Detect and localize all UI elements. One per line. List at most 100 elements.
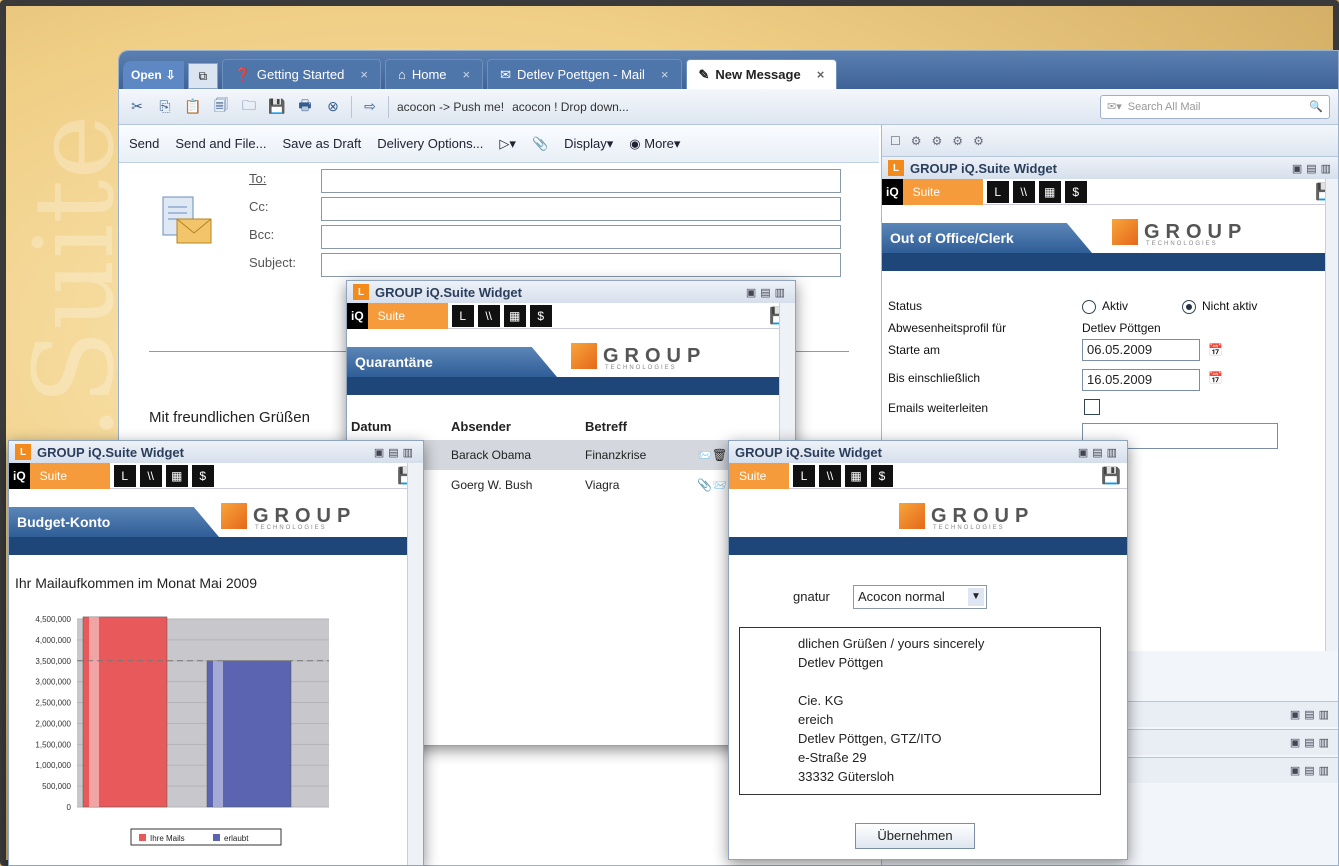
widget-titlebar: L GROUP iQ.Suite Widget ▣▤▥ bbox=[882, 157, 1338, 179]
section-heading: Quarantäne bbox=[347, 347, 557, 377]
budget-icon[interactable]: $ bbox=[1064, 180, 1087, 203]
window-controls[interactable]: ▣▤▥ bbox=[1290, 764, 1333, 777]
forward-icon[interactable]: ⇨ bbox=[360, 97, 380, 117]
y-tick-label: 1,000,000 bbox=[35, 761, 71, 770]
attachment-icon: 📎 bbox=[697, 478, 713, 492]
clerk-icon[interactable]: ▦ bbox=[1038, 180, 1061, 203]
chevron-down-icon[interactable]: ▼ bbox=[968, 588, 984, 606]
close-icon[interactable]: × bbox=[360, 67, 368, 82]
calendar-icon[interactable]: 📅 bbox=[1208, 371, 1223, 385]
scrollbar[interactable] bbox=[1325, 179, 1338, 651]
tab-mail[interactable]: ✉ Detlev Poettgen - Mail × bbox=[487, 59, 682, 89]
save-as-draft-button[interactable]: Save as Draft bbox=[282, 136, 361, 151]
group-mark-icon[interactable]: L bbox=[793, 464, 815, 487]
iq-toolbar: iQSuite L\\▦$ 💾 bbox=[882, 178, 1338, 205]
start-label: Starte am bbox=[888, 343, 941, 357]
print-icon[interactable]: 🖶 bbox=[295, 97, 315, 117]
window-controls[interactable]: ▣▤▥ bbox=[746, 286, 789, 299]
tab-new-message[interactable]: ✎ New Message × bbox=[685, 59, 838, 89]
clerk-icon[interactable]: ▦ bbox=[503, 304, 526, 327]
signature-select[interactable]: Acocon normal ▼ bbox=[853, 585, 987, 609]
window-controls[interactable]: ▣▤▥ bbox=[1078, 446, 1121, 459]
checkbox-icon[interactable]: ☐ bbox=[890, 134, 901, 148]
drop-down-button[interactable]: acocon ! Drop down... bbox=[512, 100, 629, 114]
duplicate-icon[interactable]: 🗐 bbox=[211, 97, 231, 117]
to-field[interactable] bbox=[321, 169, 841, 193]
start-date-input[interactable]: 06.05.2009 bbox=[1082, 339, 1200, 361]
group-logo-icon: L bbox=[888, 160, 904, 176]
clerk-icon[interactable]: ▦ bbox=[845, 464, 867, 487]
send-and-file-button[interactable]: Send and File... bbox=[175, 136, 266, 151]
budget-icon[interactable]: $ bbox=[191, 464, 214, 487]
push-me-button[interactable]: acocon -> Push me! bbox=[397, 100, 504, 114]
bcc-label: Bcc: bbox=[249, 227, 275, 242]
slashes-icon[interactable]: \\ bbox=[819, 464, 841, 487]
save-icon[interactable]: 💾 bbox=[267, 97, 287, 117]
tab-home[interactable]: ⌂ Home × bbox=[384, 59, 484, 89]
window-controls[interactable]: ▣▤▥ bbox=[374, 446, 417, 459]
window-switch-button[interactable]: ⧉ bbox=[187, 63, 218, 89]
send-button[interactable]: Send bbox=[129, 136, 159, 151]
budget-icon[interactable]: $ bbox=[529, 304, 552, 327]
close-icon[interactable]: × bbox=[817, 67, 825, 82]
clerk-icon[interactable]: ▦ bbox=[165, 464, 188, 487]
group-technologies-logo: GROUP TECHNOLOGIES bbox=[221, 503, 356, 531]
group-mark-icon[interactable]: L bbox=[113, 464, 136, 487]
action-icon[interactable]: ⚙ bbox=[932, 134, 943, 148]
radio-active[interactable]: Aktiv bbox=[1082, 299, 1128, 314]
paste-icon[interactable]: 📋 bbox=[183, 97, 203, 117]
apply-button[interactable]: Übernehmen bbox=[855, 823, 975, 849]
action-icon[interactable]: ⚙ bbox=[973, 134, 984, 148]
cc-field[interactable] bbox=[321, 197, 841, 221]
delivery-options-button[interactable]: Delivery Options... bbox=[377, 136, 483, 151]
paperclip-icon[interactable]: 📎 bbox=[532, 136, 548, 152]
to-label[interactable]: To: bbox=[249, 171, 266, 186]
banner-bar bbox=[347, 377, 795, 395]
calendar-icon[interactable]: 📅 bbox=[1208, 343, 1223, 357]
more-menu[interactable]: ◉ More▾ bbox=[629, 136, 680, 152]
y-tick-label: 3,000,000 bbox=[35, 678, 71, 687]
slashes-icon[interactable]: \\ bbox=[477, 304, 500, 327]
group-mark-icon bbox=[1112, 219, 1138, 245]
column-header[interactable]: Absender bbox=[447, 413, 581, 440]
release-icon[interactable]: 📨 bbox=[712, 478, 727, 492]
group-mark-icon[interactable]: L bbox=[986, 180, 1009, 203]
search-input[interactable]: ✉▾ Search All Mail 🔍 bbox=[1100, 94, 1330, 119]
signature-textarea[interactable]: dlichen Grüßen / yours sincerely Detlev P… bbox=[739, 627, 1101, 795]
y-tick-label: 1,500,000 bbox=[35, 740, 71, 749]
signature-form: gnatur Acocon normal ▼ dlichen Grüßen / y… bbox=[729, 555, 1127, 855]
subject-field[interactable] bbox=[321, 253, 841, 277]
search-icon[interactable]: 🔍 bbox=[1309, 100, 1323, 113]
slashes-icon[interactable]: \\ bbox=[1012, 180, 1035, 203]
delete-icon[interactable]: 🗑 bbox=[712, 448, 727, 462]
radio-inactive[interactable]: Nicht aktiv bbox=[1182, 299, 1257, 314]
display-menu[interactable]: Display▾ bbox=[564, 136, 613, 152]
column-header[interactable]: Datum bbox=[347, 413, 447, 440]
end-date-input[interactable]: 16.05.2009 bbox=[1082, 369, 1200, 391]
copy-icon[interactable]: ⎘ bbox=[155, 97, 175, 117]
scrollbar[interactable] bbox=[407, 463, 423, 865]
action-icon[interactable]: ⚙ bbox=[952, 134, 963, 148]
forward-checkbox[interactable] bbox=[1084, 399, 1100, 415]
window-controls[interactable]: ▣▤▥ bbox=[1290, 736, 1333, 749]
slashes-icon[interactable]: \\ bbox=[139, 464, 162, 487]
close-icon[interactable]: × bbox=[661, 67, 669, 82]
tab-getting-started[interactable]: ❓ Getting Started × bbox=[221, 59, 381, 89]
flag-icon[interactable]: ▷▾ bbox=[499, 136, 516, 152]
cut-icon[interactable]: ✂ bbox=[127, 97, 147, 117]
action-icon[interactable]: ⚙ bbox=[911, 134, 922, 148]
close-icon[interactable]: × bbox=[463, 67, 471, 82]
open-button[interactable]: Open ⇩ bbox=[123, 61, 184, 89]
column-header[interactable]: Betreff bbox=[581, 413, 693, 440]
budget-icon[interactable]: $ bbox=[871, 464, 893, 487]
greeting-text[interactable]: Mit freundlichen Grüßen bbox=[149, 409, 310, 426]
save-icon[interactable]: 💾 bbox=[1101, 466, 1121, 486]
release-icon[interactable]: 📨 bbox=[697, 448, 712, 462]
attach-icon[interactable]: 🗀 bbox=[239, 97, 259, 117]
window-controls[interactable]: ▣▤▥ bbox=[1290, 708, 1333, 721]
stop-icon[interactable]: ⊗ bbox=[323, 97, 343, 117]
bcc-field[interactable] bbox=[321, 225, 841, 249]
search-placeholder: Search All Mail bbox=[1127, 100, 1201, 113]
window-controls[interactable]: ▣▤▥ bbox=[1292, 162, 1335, 175]
group-mark-icon[interactable]: L bbox=[451, 304, 474, 327]
